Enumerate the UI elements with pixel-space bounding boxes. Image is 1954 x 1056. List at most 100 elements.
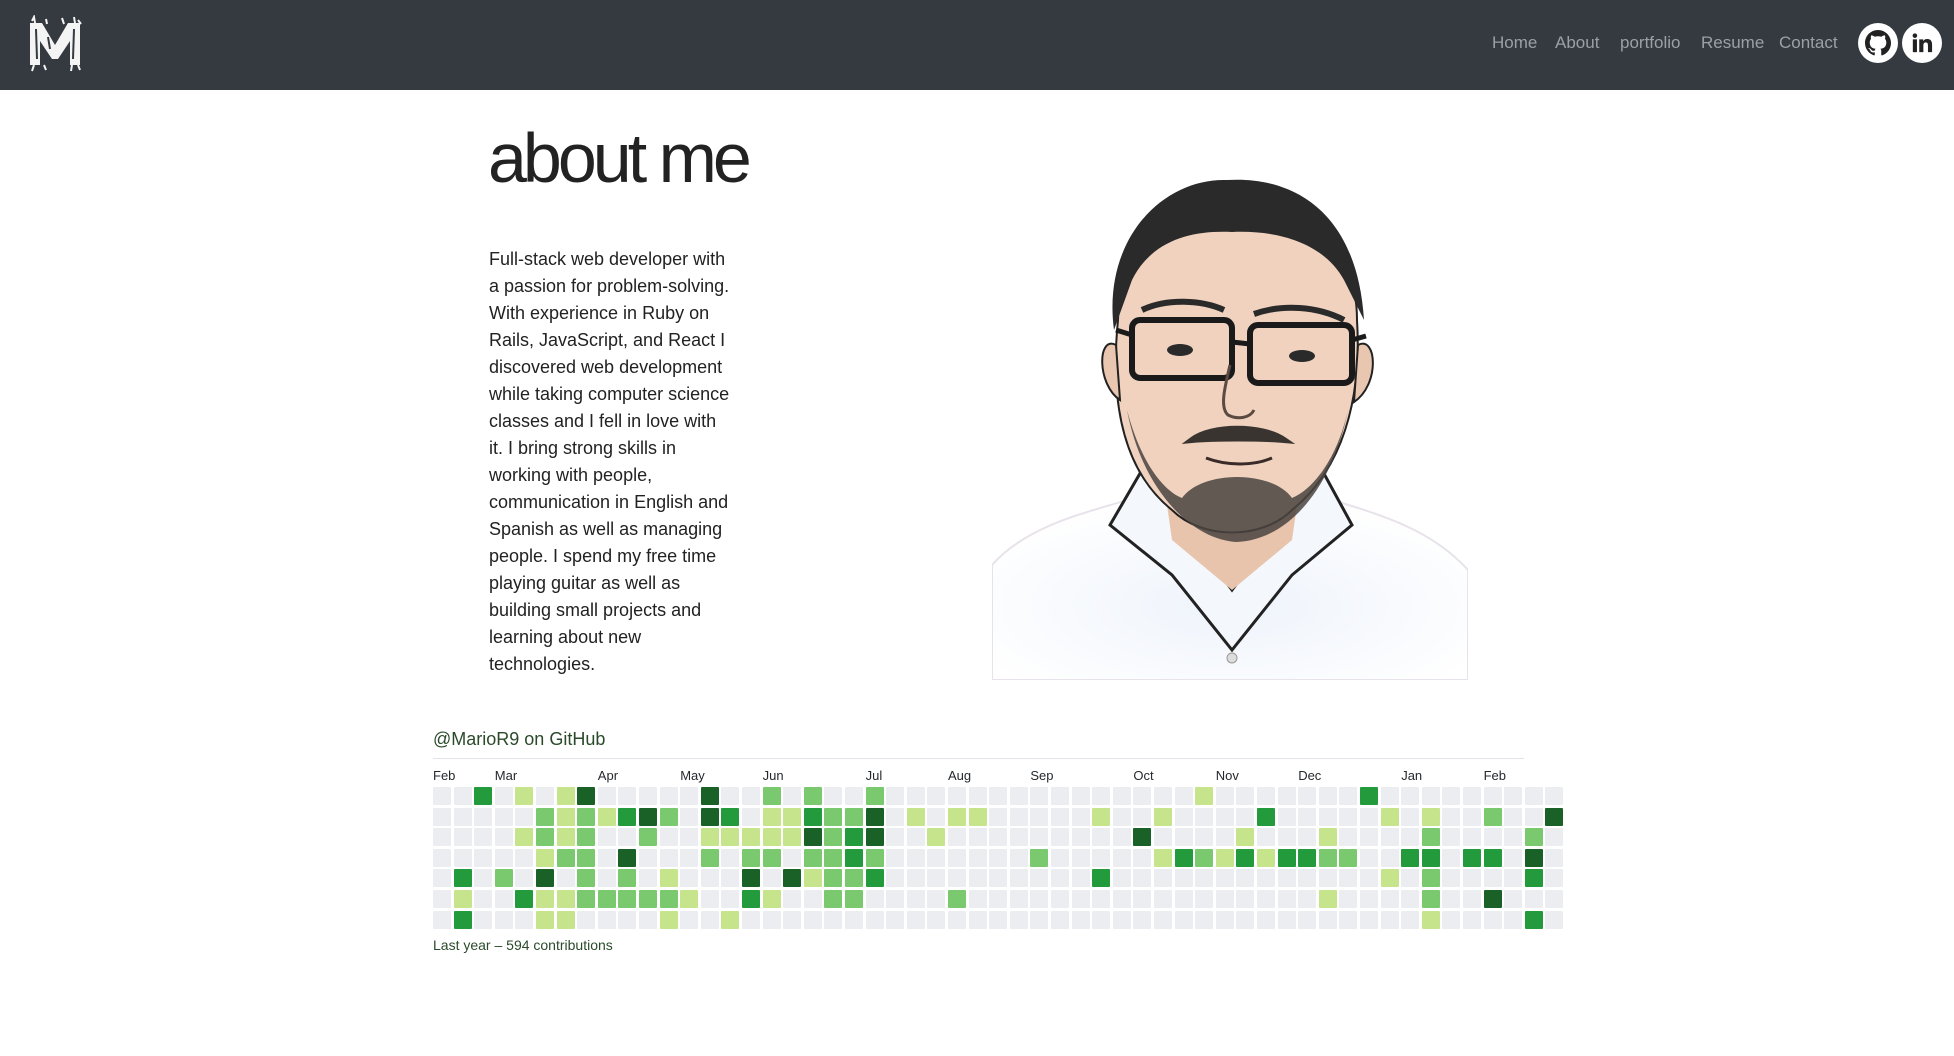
contribution-cell[interactable] [989, 848, 1008, 867]
contribution-cell[interactable] [1380, 828, 1399, 847]
contribution-cell[interactable] [453, 848, 472, 867]
contribution-cell[interactable] [927, 787, 946, 805]
contribution-cell[interactable] [906, 787, 925, 805]
contribution-cell[interactable] [453, 910, 472, 929]
nav-link-resume[interactable]: Resume [1701, 33, 1764, 53]
contribution-cell[interactable] [1277, 807, 1296, 826]
contribution-cell[interactable] [1463, 807, 1481, 826]
contribution-cell[interactable] [927, 869, 946, 888]
contribution-cell[interactable] [762, 787, 781, 805]
contribution-cell[interactable] [1421, 910, 1440, 929]
contribution-cell[interactable] [1236, 890, 1255, 908]
contribution-cell[interactable] [494, 890, 513, 908]
contribution-cell[interactable] [803, 828, 822, 847]
contribution-cell[interactable] [845, 828, 863, 847]
contribution-cell[interactable] [597, 828, 616, 847]
contribution-cell[interactable] [1174, 848, 1193, 867]
contribution-cell[interactable] [1442, 787, 1461, 805]
contribution-cell[interactable] [1360, 828, 1378, 847]
contribution-cell[interactable] [783, 828, 802, 847]
contribution-cell[interactable] [1133, 848, 1152, 867]
contribution-cell[interactable] [1030, 787, 1049, 805]
nav-link-about[interactable]: About [1555, 33, 1599, 53]
contribution-cell[interactable] [577, 869, 596, 888]
contribution-cell[interactable] [906, 848, 925, 867]
contribution-cell[interactable] [1463, 869, 1481, 888]
contribution-cell[interactable] [824, 869, 843, 888]
contribution-cell[interactable] [556, 787, 575, 805]
contribution-cell[interactable] [865, 848, 884, 867]
nav-link-portfolio[interactable]: portfolio [1620, 33, 1680, 53]
contribution-cell[interactable] [742, 869, 760, 888]
contribution-cell[interactable] [639, 787, 657, 805]
contribution-cell[interactable] [1195, 828, 1214, 847]
contribution-cell[interactable] [1133, 890, 1152, 908]
contribution-cell[interactable] [1421, 828, 1440, 847]
contribution-cell[interactable] [1154, 890, 1172, 908]
contribution-cell[interactable] [556, 828, 575, 847]
contribution-cell[interactable] [1030, 910, 1049, 929]
contribution-cell[interactable] [1318, 890, 1337, 908]
contribution-cell[interactable] [1545, 890, 1564, 908]
contribution-cell[interactable] [968, 787, 987, 805]
contribution-cell[interactable] [1483, 807, 1502, 826]
contribution-cell[interactable] [1504, 910, 1523, 929]
contribution-cell[interactable] [597, 807, 616, 826]
contribution-cell[interactable] [556, 910, 575, 929]
contribution-cell[interactable] [1463, 910, 1481, 929]
contribution-cell[interactable] [618, 848, 637, 867]
contribution-cell[interactable] [659, 869, 678, 888]
contribution-cell[interactable] [1009, 848, 1028, 867]
contribution-cell[interactable] [1133, 787, 1152, 805]
contribution-cell[interactable] [865, 807, 884, 826]
contribution-cell[interactable] [968, 807, 987, 826]
contribution-cell[interactable] [762, 890, 781, 908]
contribution-cell[interactable] [680, 807, 699, 826]
contribution-cell[interactable] [865, 910, 884, 929]
contribution-cell[interactable] [803, 848, 822, 867]
contribution-cell[interactable] [1257, 828, 1275, 847]
contribution-cell[interactable] [659, 787, 678, 805]
contribution-cell[interactable] [1298, 910, 1317, 929]
contribution-cell[interactable] [1504, 848, 1523, 867]
contribution-cell[interactable] [1133, 869, 1152, 888]
contribution-cell[interactable] [886, 828, 905, 847]
contribution-cell[interactable] [1339, 848, 1358, 867]
contribution-cell[interactable] [989, 828, 1008, 847]
contribution-cell[interactable] [1483, 890, 1502, 908]
contribution-cell[interactable] [433, 890, 451, 908]
contribution-cell[interactable] [1071, 869, 1090, 888]
contribution-cell[interactable] [515, 869, 534, 888]
contribution-cell[interactable] [1401, 910, 1420, 929]
contribution-cell[interactable] [597, 787, 616, 805]
contribution-cell[interactable] [659, 828, 678, 847]
contribution-cell[interactable] [1401, 807, 1420, 826]
contribution-cell[interactable] [1009, 828, 1028, 847]
contribution-cell[interactable] [1442, 910, 1461, 929]
contribution-cell[interactable] [1236, 787, 1255, 805]
contribution-cell[interactable] [1483, 869, 1502, 888]
contribution-cell[interactable] [989, 890, 1008, 908]
contribution-cell[interactable] [906, 828, 925, 847]
contribution-cell[interactable] [906, 910, 925, 929]
contribution-cell[interactable] [1071, 890, 1090, 908]
contribution-cell[interactable] [1215, 890, 1234, 908]
contribution-cell[interactable] [1030, 869, 1049, 888]
contribution-cell[interactable] [886, 787, 905, 805]
contribution-cell[interactable] [1380, 787, 1399, 805]
contribution-cell[interactable] [1133, 807, 1152, 826]
contribution-cell[interactable] [515, 787, 534, 805]
contribution-cell[interactable] [1257, 787, 1275, 805]
contribution-cell[interactable] [1154, 910, 1172, 929]
contribution-cell[interactable] [618, 890, 637, 908]
contribution-cell[interactable] [515, 848, 534, 867]
contribution-cell[interactable] [1360, 787, 1378, 805]
contribution-cell[interactable] [474, 807, 493, 826]
contribution-cell[interactable] [433, 848, 451, 867]
contribution-cell[interactable] [1401, 848, 1420, 867]
contribution-cell[interactable] [597, 890, 616, 908]
contribution-cell[interactable] [1442, 848, 1461, 867]
contribution-cell[interactable] [886, 848, 905, 867]
contribution-cell[interactable] [1380, 869, 1399, 888]
contribution-cell[interactable] [1339, 890, 1358, 908]
